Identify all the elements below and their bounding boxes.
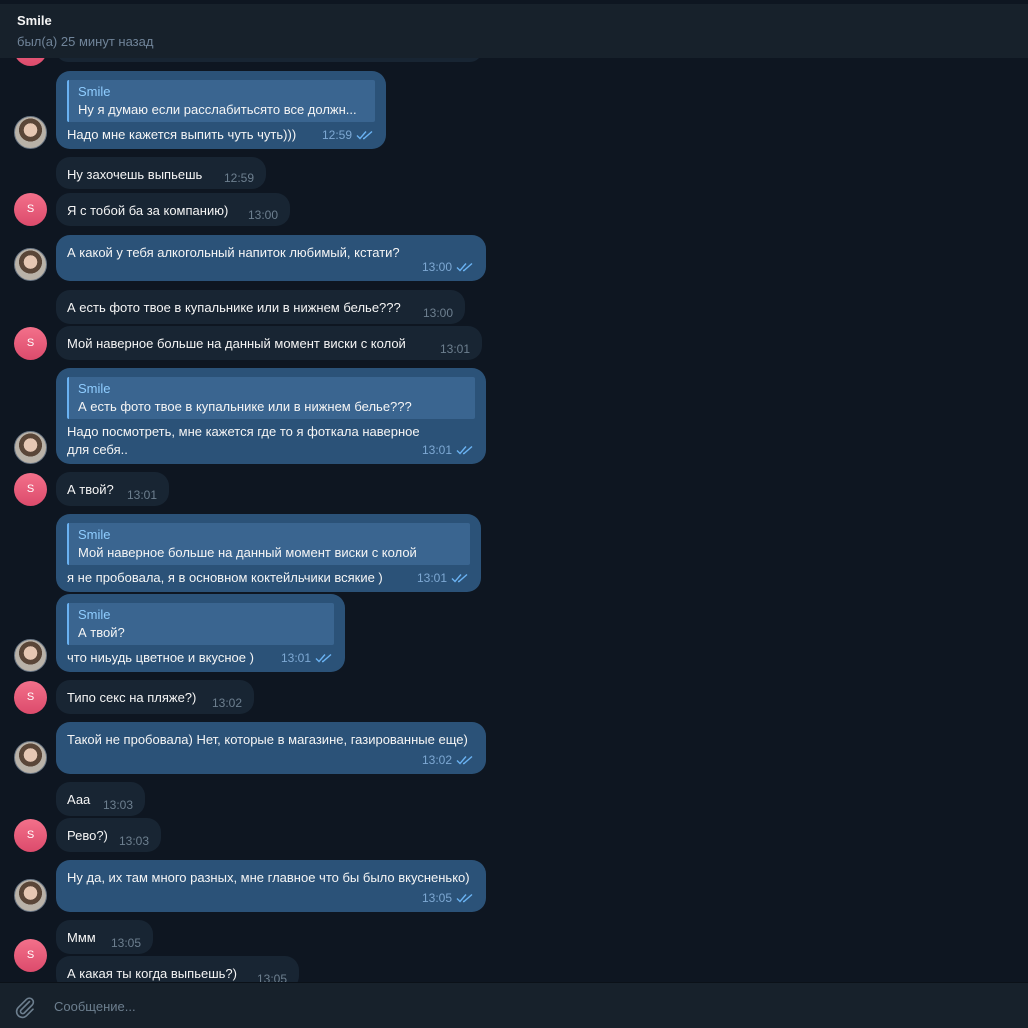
message-time: 13:01	[421, 443, 452, 457]
contact-avatar[interactable]: S	[14, 193, 47, 226]
outgoing-message[interactable]: Smile А твой? что ниьудь цветное и вкусн…	[56, 594, 345, 672]
message-time: 13:01	[280, 651, 311, 665]
message-time: 12:59	[321, 128, 352, 142]
message-time: 13:01	[439, 342, 470, 356]
message-text: Ну да, их там много разных, мне главное …	[67, 870, 470, 885]
chat-title: Smile	[17, 13, 52, 28]
message-input[interactable]	[52, 994, 996, 1018]
outgoing-message[interactable]: А какой у тебя алкогольный напиток любим…	[56, 235, 486, 281]
incoming-message[interactable]: А твой? 13:01	[56, 472, 169, 506]
message-time: 13:00	[247, 208, 278, 222]
double-check-icon	[356, 130, 374, 140]
outgoing-message[interactable]: Smile Ну я думаю если расслабитьсято все…	[56, 71, 386, 149]
my-avatar[interactable]	[14, 741, 47, 774]
incoming-message[interactable]: А какая ты когда выпьешь?) 13:05	[56, 956, 299, 982]
contact-avatar[interactable]: S	[14, 681, 47, 714]
my-avatar[interactable]	[14, 248, 47, 281]
reply-quote[interactable]: Smile А есть фото твое в купальнике или …	[67, 377, 475, 419]
message-text: Надо посмотреть, мне кажется где то я фо…	[67, 424, 424, 457]
double-check-icon	[315, 653, 333, 663]
message-list[interactable]: Smile Ну я думаю если расслабитьсято все…	[0, 58, 1028, 982]
outgoing-message[interactable]: Smile Мой наверное больше на данный моме…	[56, 514, 481, 592]
outgoing-message[interactable]: Такой не пробовала) Нет, которые в магаз…	[56, 722, 486, 774]
message-time: 13:02	[211, 696, 242, 710]
my-avatar[interactable]	[14, 116, 47, 149]
outgoing-message[interactable]: Ну да, их там много разных, мне главное …	[56, 860, 486, 912]
incoming-message[interactable]: Ааа 13:03	[56, 782, 145, 816]
message-time: 13:05	[256, 972, 287, 982]
message-composer	[0, 982, 1028, 1028]
incoming-message[interactable]: Типо секс на пляже?) 13:02	[56, 680, 254, 714]
double-check-icon	[456, 755, 474, 765]
message-bubble-partial	[56, 58, 482, 62]
message-time: 13:03	[102, 798, 133, 812]
incoming-message[interactable]: Ммм 13:05	[56, 920, 153, 954]
my-avatar[interactable]	[14, 431, 47, 464]
quote-text: А твой?	[78, 625, 125, 640]
reply-quote[interactable]: Smile Мой наверное больше на данный моме…	[67, 523, 470, 565]
message-text: А есть фото твое в купальнике или в нижн…	[67, 300, 401, 315]
outgoing-message[interactable]: Smile А есть фото твое в купальнике или …	[56, 368, 486, 464]
quote-text: Мой наверное больше на данный момент вис…	[78, 545, 417, 560]
my-avatar[interactable]	[14, 879, 47, 912]
contact-avatar[interactable]: S	[14, 819, 47, 852]
quote-text: Ну я думаю если расслабитьсято все должн…	[78, 102, 357, 117]
quote-author: Smile	[78, 84, 111, 99]
chat-header[interactable]: Smile был(а) 25 минут назад	[0, 0, 1028, 58]
quote-author: Smile	[78, 607, 111, 622]
my-avatar[interactable]	[14, 639, 47, 672]
message-time: 13:02	[421, 753, 452, 767]
message-time: 13:01	[126, 488, 157, 502]
quote-text: А есть фото твое в купальнике или в нижн…	[78, 399, 412, 414]
incoming-message[interactable]: Ну захочешь выпьешь 12:59	[56, 157, 266, 189]
message-time: 13:00	[422, 306, 453, 320]
incoming-message[interactable]: Мой наверное больше на данный момент вис…	[56, 326, 482, 360]
incoming-message[interactable]: Я с тобой ба за компанию) 13:00	[56, 193, 290, 226]
incoming-message[interactable]: Рево?) 13:03	[56, 818, 161, 852]
message-text: Такой не пробовала) Нет, которые в магаз…	[67, 732, 468, 747]
message-time: 13:00	[421, 260, 452, 274]
double-check-icon	[451, 573, 469, 583]
double-check-icon	[456, 262, 474, 272]
contact-avatar[interactable]: S	[14, 939, 47, 972]
message-time: 12:59	[223, 171, 254, 185]
double-check-icon	[456, 445, 474, 455]
message-time: 13:01	[416, 571, 447, 585]
message-text: А какой у тебя алкогольный напиток любим…	[67, 245, 400, 260]
reply-quote[interactable]: Smile А твой?	[67, 603, 334, 645]
contact-avatar[interactable]	[14, 58, 47, 66]
last-seen-status: был(а) 25 минут назад	[17, 34, 154, 49]
incoming-message[interactable]: А есть фото твое в купальнике или в нижн…	[56, 290, 465, 324]
message-text: я не пробовала, я в основном коктейльчик…	[67, 570, 383, 585]
message-time: 13:05	[110, 936, 141, 950]
double-check-icon	[456, 893, 474, 903]
contact-avatar[interactable]: S	[14, 473, 47, 506]
contact-avatar[interactable]: S	[14, 327, 47, 360]
message-text: А какая ты когда выпьешь?)	[67, 966, 237, 981]
message-time: 13:05	[421, 891, 452, 905]
quote-author: Smile	[78, 527, 111, 542]
paperclip-icon[interactable]	[13, 995, 37, 1019]
reply-quote[interactable]: Smile Ну я думаю если расслабитьсято все…	[67, 80, 375, 122]
message-text: Мой наверное больше на данный момент вис…	[67, 336, 406, 351]
quote-author: Smile	[78, 381, 111, 396]
message-time: 13:03	[118, 834, 149, 848]
